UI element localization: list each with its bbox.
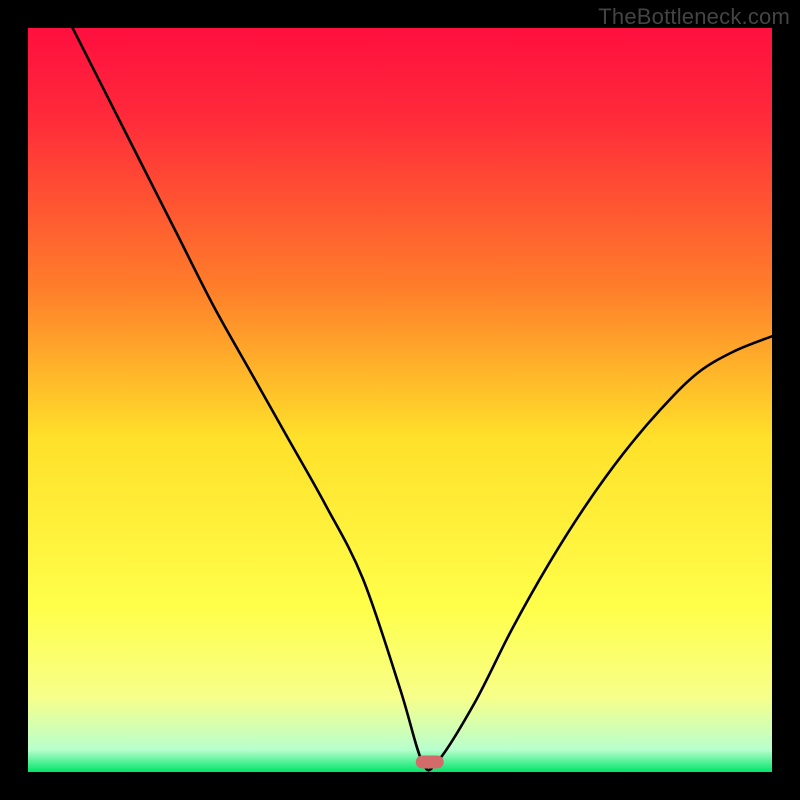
optimal-marker [416, 756, 444, 769]
gradient-background [28, 28, 772, 772]
chart-frame: TheBottleneck.com [0, 0, 800, 800]
watermark-text: TheBottleneck.com [598, 4, 790, 30]
plot-area [28, 28, 772, 772]
chart-svg [28, 28, 772, 772]
